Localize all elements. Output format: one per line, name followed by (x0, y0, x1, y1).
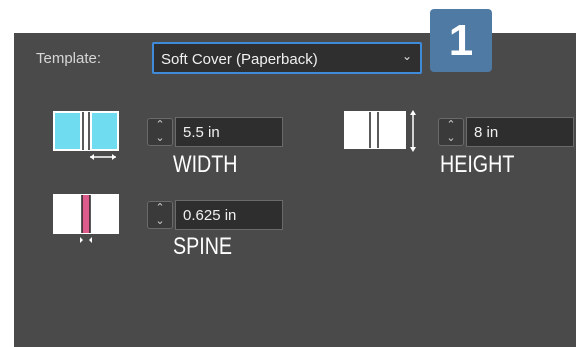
stepper-up-icon[interactable]: ⌃ (439, 119, 463, 132)
width-caption: WIDTH (173, 151, 238, 178)
width-book-icon (53, 111, 119, 160)
spine-stepper[interactable]: ⌃ ⌄ (147, 201, 173, 229)
template-selected-value: Soft Cover (Paperback) (161, 51, 318, 68)
stepper-up-icon[interactable]: ⌃ (148, 202, 172, 215)
width-input[interactable]: 5.5 in (175, 117, 283, 147)
stepper-down-icon[interactable]: ⌄ (148, 215, 172, 228)
template-label: Template: (36, 50, 102, 67)
spine-input[interactable]: 0.625 in (175, 200, 283, 230)
stepper-up-icon[interactable]: ⌃ (148, 119, 172, 132)
template-dropdown[interactable]: Soft Cover (Paperback) ⌄ (152, 42, 422, 74)
spine-book-icon (53, 194, 119, 243)
height-caption: HEIGHT (440, 151, 515, 178)
height-book-icon (344, 110, 416, 152)
width-stepper[interactable]: ⌃ ⌄ (147, 118, 173, 146)
height-input[interactable]: 8 in (466, 117, 574, 147)
spine-caption: SPINE (173, 233, 233, 260)
step-number-badge: 1 (430, 9, 492, 72)
stepper-down-icon[interactable]: ⌄ (148, 132, 172, 145)
stepper-down-icon[interactable]: ⌄ (439, 132, 463, 145)
dropdown-chevron-icon: ⌄ (401, 49, 412, 63)
height-stepper[interactable]: ⌃ ⌄ (438, 118, 464, 146)
settings-panel (14, 33, 576, 347)
